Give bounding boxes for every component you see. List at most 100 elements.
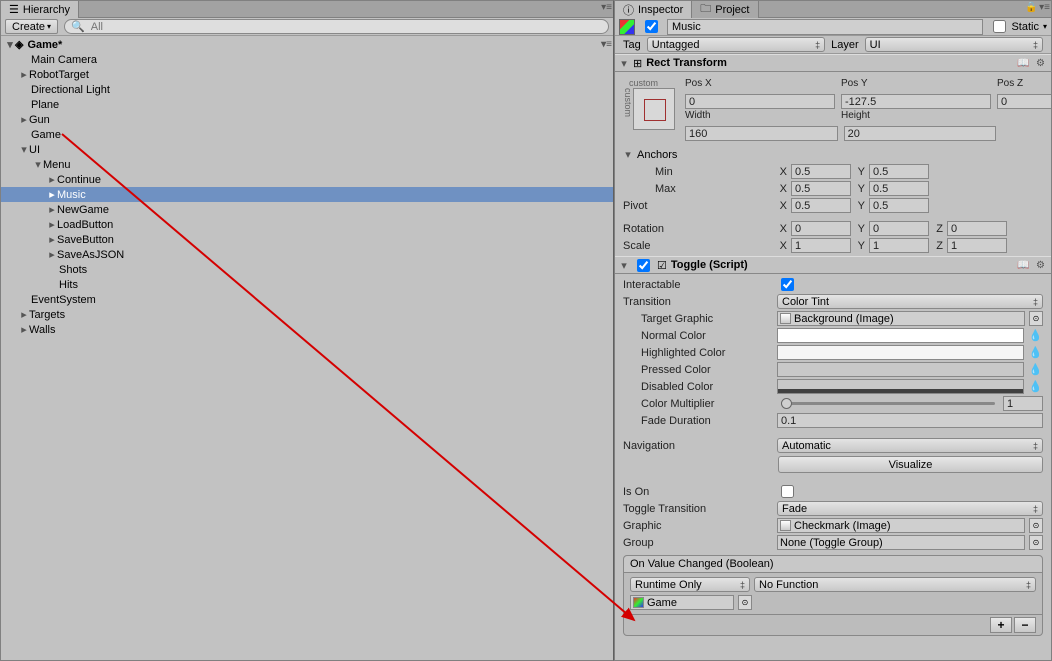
toggle-transition-dropdown[interactable]: Fade [777, 501, 1043, 516]
hierarchy-tab[interactable]: ☰ Hierarchy [1, 1, 79, 18]
layer-dropdown[interactable]: UI [865, 37, 1043, 52]
lock-icon[interactable]: 🔒 [1025, 1, 1038, 14]
object-picker-button[interactable]: ⊙ [1029, 535, 1043, 550]
create-button[interactable]: Create ▾ [5, 19, 58, 34]
help-icon[interactable]: 📖 [1017, 259, 1030, 272]
hierarchy-tree[interactable]: ▾ ◈ Game* ▾≡ Main Camera ▸RobotTarget Di… [1, 36, 613, 660]
foldout-icon[interactable]: ▾ [623, 148, 633, 161]
tree-item[interactable]: Directional Light [1, 82, 613, 97]
anchor-preset-button[interactable] [633, 88, 675, 130]
fade-duration-input[interactable] [777, 413, 1043, 428]
width-input[interactable] [685, 126, 838, 141]
component-enabled-checkbox[interactable] [637, 259, 650, 272]
group-field[interactable]: None (Toggle Group) [777, 535, 1025, 550]
anchor-min-x[interactable] [791, 164, 851, 179]
tree-item[interactable]: ▸Gun [1, 112, 613, 127]
scale-y[interactable] [869, 238, 929, 253]
tree-item[interactable]: Shots [1, 262, 613, 277]
tree-item[interactable]: ▸Targets [1, 307, 613, 322]
tree-item[interactable]: Main Camera [1, 52, 613, 67]
scene-row[interactable]: ▾ ◈ Game* ▾≡ [1, 37, 613, 52]
is-on-checkbox[interactable] [781, 485, 794, 498]
tree-item[interactable]: ▾UI [1, 142, 613, 157]
posy-input[interactable] [841, 94, 991, 109]
foldout-icon[interactable]: ▸ [47, 173, 57, 186]
eyedropper-icon[interactable]: 💧 [1028, 379, 1043, 394]
gear-icon[interactable]: ⚙ [1034, 259, 1047, 272]
project-tab[interactable]: 🗀 Project [692, 1, 758, 18]
foldout-icon[interactable]: ▾ [619, 57, 629, 70]
panel-menu-icon[interactable]: ▾≡ [600, 1, 613, 14]
object-picker-button[interactable]: ⊙ [1029, 311, 1043, 326]
toggle-component-header[interactable]: ▾ ☑ Toggle (Script) 📖 ⚙ [615, 256, 1051, 274]
object-picker-button[interactable]: ⊙ [1029, 518, 1043, 533]
object-name-field[interactable] [667, 19, 983, 35]
panel-menu-icon[interactable]: ▾≡ [1038, 1, 1051, 14]
pressed-color-swatch[interactable] [777, 362, 1024, 377]
eyedropper-icon[interactable]: 💧 [1028, 362, 1043, 377]
tree-item[interactable]: Plane [1, 97, 613, 112]
hierarchy-search[interactable]: 🔍 [64, 19, 609, 34]
tree-item[interactable]: ▸RobotTarget [1, 67, 613, 82]
tree-item[interactable]: ▸SaveButton [1, 232, 613, 247]
rot-x[interactable] [791, 221, 851, 236]
foldout-icon[interactable]: ▾ [19, 143, 29, 156]
foldout-icon[interactable]: ▸ [47, 233, 57, 246]
highlighted-color-swatch[interactable] [777, 345, 1024, 360]
graphic-field[interactable]: Checkmark (Image) [777, 518, 1025, 533]
object-picker-button[interactable]: ⊙ [738, 595, 752, 610]
eyedropper-icon[interactable]: 💧 [1028, 345, 1043, 360]
tree-item[interactable]: ▸NewGame [1, 202, 613, 217]
transition-dropdown[interactable]: Color Tint [777, 294, 1043, 309]
tree-item[interactable]: EventSystem [1, 292, 613, 307]
pivot-y[interactable] [869, 198, 929, 213]
runtime-dropdown[interactable]: Runtime Only [630, 577, 750, 592]
anchor-min-y[interactable] [869, 164, 929, 179]
foldout-icon[interactable]: ▾ [5, 38, 15, 51]
target-graphic-field[interactable]: Background (Image) [777, 311, 1025, 326]
tree-item[interactable]: Hits [1, 277, 613, 292]
height-input[interactable] [844, 126, 997, 141]
tree-item[interactable]: ▸SaveAsJSON [1, 247, 613, 262]
foldout-icon[interactable]: ▸ [47, 248, 57, 261]
rot-z[interactable] [947, 221, 1007, 236]
help-icon[interactable]: 📖 [1017, 57, 1030, 70]
gameobject-icon[interactable] [619, 19, 635, 35]
anchor-max-x[interactable] [791, 181, 851, 196]
foldout-icon[interactable]: ▸ [19, 68, 29, 81]
anchor-max-y[interactable] [869, 181, 929, 196]
tag-dropdown[interactable]: Untagged [647, 37, 825, 52]
foldout-icon[interactable]: ▸ [47, 203, 57, 216]
tree-item[interactable]: ▸LoadButton [1, 217, 613, 232]
event-object-field[interactable]: Game [630, 595, 734, 610]
scale-x[interactable] [791, 238, 851, 253]
foldout-icon[interactable]: ▸ [19, 113, 29, 126]
rot-y[interactable] [869, 221, 929, 236]
rect-transform-header[interactable]: ▾ ⊞ Rect Transform 📖 ⚙ [615, 54, 1051, 72]
navigation-dropdown[interactable]: Automatic [777, 438, 1043, 453]
interactable-checkbox[interactable] [781, 278, 794, 291]
scale-z[interactable] [947, 238, 1007, 253]
pivot-x[interactable] [791, 198, 851, 213]
tree-item-music[interactable]: ▸Music [1, 187, 613, 202]
visualize-button[interactable]: Visualize [778, 456, 1043, 473]
tree-item[interactable]: ▾Menu [1, 157, 613, 172]
foldout-icon[interactable]: ▾ [619, 259, 629, 272]
posz-input[interactable] [997, 94, 1051, 109]
static-dropdown-icon[interactable]: ▾ [1043, 22, 1047, 31]
search-input[interactable] [89, 20, 602, 34]
foldout-icon[interactable]: ▾ [33, 158, 43, 171]
disabled-color-swatch[interactable] [777, 379, 1024, 394]
gear-icon[interactable]: ⚙ [1034, 57, 1047, 70]
tree-item-game[interactable]: Game [1, 127, 613, 142]
tree-item[interactable]: ▸Continue [1, 172, 613, 187]
foldout-icon[interactable]: ▸ [19, 308, 29, 321]
add-event-button[interactable]: + [990, 617, 1012, 633]
foldout-icon[interactable]: ▸ [19, 323, 29, 336]
normal-color-swatch[interactable] [777, 328, 1024, 343]
tree-item[interactable]: ▸Walls [1, 322, 613, 337]
active-checkbox[interactable] [645, 20, 658, 33]
color-multiplier-value[interactable] [1003, 396, 1043, 411]
remove-event-button[interactable]: − [1014, 617, 1036, 633]
posx-input[interactable] [685, 94, 835, 109]
